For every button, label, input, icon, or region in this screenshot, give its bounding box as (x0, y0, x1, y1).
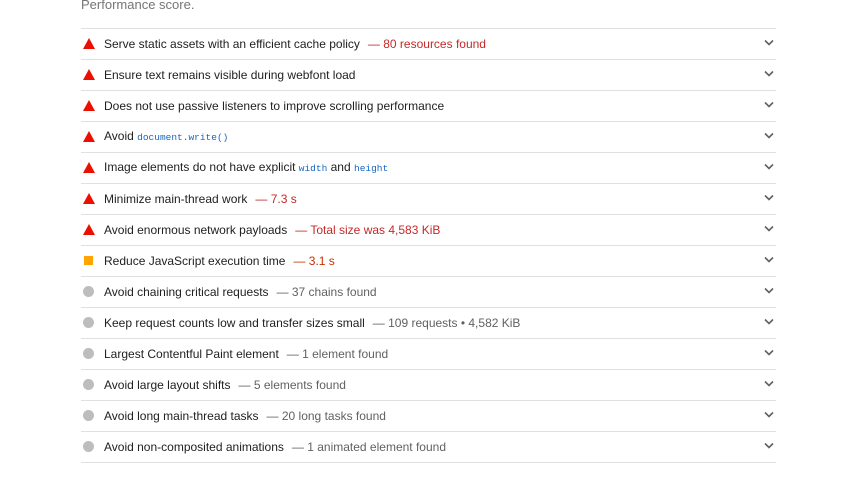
warning-triangle-icon (82, 130, 96, 144)
audit-title-code: document.write() (137, 132, 229, 143)
chevron-down-icon[interactable] (764, 163, 774, 171)
audit-list: Serve static assets with an efficient ca… (81, 28, 776, 463)
chevron-down-icon[interactable] (764, 225, 774, 233)
audit-item-image-dimensions[interactable]: Image elements do not have explicit widt… (81, 153, 776, 184)
audit-item-document-write[interactable]: Avoid document.write() (81, 122, 776, 153)
chevron-down-icon[interactable] (764, 256, 774, 264)
orange-square-icon (82, 254, 96, 268)
grey-circle-icon (82, 440, 96, 454)
chevron-down-icon[interactable] (764, 132, 774, 140)
audit-title: Avoid long main-thread tasks (104, 409, 259, 423)
audit-title: Reduce JavaScript execution time (104, 254, 286, 268)
audit-title: Avoid enormous network payloads (104, 223, 288, 237)
audit-display-value: — Total size was 4,583 KiB (295, 223, 441, 237)
audit-title-code-width: width (298, 163, 328, 174)
audit-item-passive-listeners[interactable]: Does not use passive listeners to improv… (81, 91, 776, 122)
audit-title: Image elements do not have explicit widt… (104, 160, 388, 176)
warning-triangle-icon (82, 99, 96, 113)
warning-triangle-icon (82, 68, 96, 82)
grey-circle-icon (82, 409, 96, 423)
audit-title: Ensure text remains visible during webfo… (104, 68, 356, 82)
audit-title-text: Image elements do not have explicit (104, 160, 299, 174)
audit-item-js-execution-time[interactable]: Reduce JavaScript execution time — 3.1 s (81, 246, 776, 277)
grey-circle-icon (82, 347, 96, 361)
audit-item-request-counts[interactable]: Keep request counts low and transfer siz… (81, 308, 776, 339)
chevron-down-icon[interactable] (764, 101, 774, 109)
audit-item-cache-policy[interactable]: Serve static assets with an efficient ca… (81, 29, 776, 60)
audit-item-layout-shifts[interactable]: Avoid large layout shifts — 5 elements f… (81, 370, 776, 401)
audit-title: Largest Contentful Paint element (104, 347, 279, 361)
audit-item-critical-requests[interactable]: Avoid chaining critical requests — 37 ch… (81, 277, 776, 308)
audit-item-network-payloads[interactable]: Avoid enormous network payloads — Total … (81, 215, 776, 246)
audit-display-value: — 20 long tasks found (266, 409, 386, 423)
warning-triangle-icon (82, 37, 96, 51)
warning-triangle-icon (82, 161, 96, 175)
chevron-down-icon[interactable] (764, 411, 774, 419)
audit-title: Avoid chaining critical requests (104, 285, 269, 299)
audit-title: Avoid non-composited animations (104, 440, 284, 454)
grey-circle-icon (82, 285, 96, 299)
audit-item-non-composited-animations[interactable]: Avoid non-composited animations — 1 anim… (81, 432, 776, 463)
chevron-down-icon[interactable] (764, 70, 774, 78)
audit-title: Does not use passive listeners to improv… (104, 99, 445, 113)
chevron-down-icon[interactable] (764, 39, 774, 47)
audit-item-main-thread-work[interactable]: Minimize main-thread work — 7.3 s (81, 184, 776, 215)
audit-title: Keep request counts low and transfer siz… (104, 316, 365, 330)
audit-title: Serve static assets with an efficient ca… (104, 37, 360, 51)
warning-triangle-icon (82, 223, 96, 237)
audit-display-value: — 3.1 s (293, 254, 335, 268)
section-intro-text: Performance score. (81, 0, 195, 12)
audit-display-value: — 7.3 s (255, 192, 297, 206)
audit-title-code-height: height (354, 163, 389, 174)
audit-item-webfont-visible[interactable]: Ensure text remains visible during webfo… (81, 60, 776, 91)
grey-circle-icon (82, 316, 96, 330)
audit-display-value: — 109 requests • 4,582 KiB (372, 316, 521, 330)
chevron-down-icon[interactable] (764, 442, 774, 450)
audit-title: Minimize main-thread work (104, 192, 248, 206)
audit-item-long-tasks[interactable]: Avoid long main-thread tasks — 20 long t… (81, 401, 776, 432)
audit-title: Avoid large layout shifts (104, 378, 231, 392)
audit-display-value: — 37 chains found (276, 285, 377, 299)
chevron-down-icon[interactable] (764, 194, 774, 202)
audit-display-value: — 1 element found (286, 347, 389, 361)
audit-display-value: — 1 animated element found (291, 440, 446, 454)
chevron-down-icon[interactable] (764, 380, 774, 388)
warning-triangle-icon (82, 192, 96, 206)
audit-title-text: Avoid (104, 129, 138, 143)
audit-title-text-and: and (327, 160, 354, 174)
chevron-down-icon[interactable] (764, 349, 774, 357)
audit-item-lcp-element[interactable]: Largest Contentful Paint element — 1 ele… (81, 339, 776, 370)
audit-display-value: — 5 elements found (238, 378, 346, 392)
chevron-down-icon[interactable] (764, 287, 774, 295)
chevron-down-icon[interactable] (764, 318, 774, 326)
grey-circle-icon (82, 378, 96, 392)
audit-title: Avoid document.write() (104, 129, 228, 145)
audit-display-value: — 80 resources found (367, 37, 486, 51)
